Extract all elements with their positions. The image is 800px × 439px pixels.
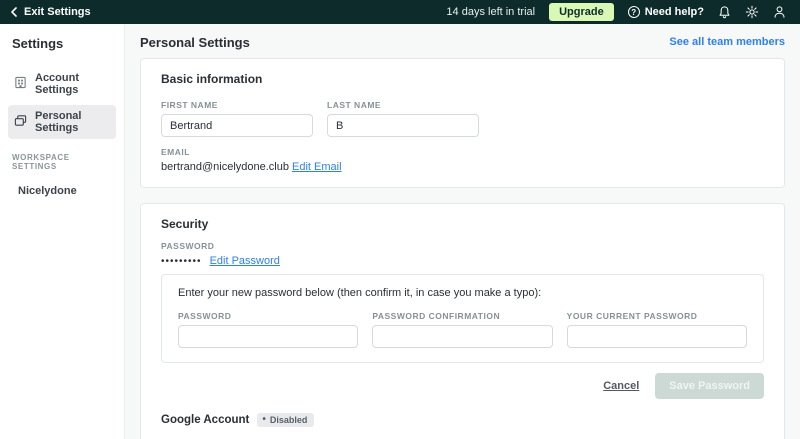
sidebar-item-label: Personal Settings (35, 110, 82, 134)
top-bar: Exit Settings 14 days left in trial Upgr… (0, 0, 800, 24)
workspace-settings-section-label: WORKSPACE SETTINGS (12, 153, 70, 171)
upgrade-button[interactable]: Upgrade (549, 3, 614, 21)
status-dot-icon: • (262, 414, 266, 425)
sidebar-item-personal-settings[interactable]: Personal Settings (8, 105, 116, 139)
password-confirmation-label: PASSWORD CONFIRMATION (372, 311, 501, 321)
password-mask: ••••••••• (161, 256, 202, 267)
email-value: bertrand@nicelydone.club (161, 161, 289, 173)
need-help-label: Need help? (644, 6, 704, 18)
settings-sidebar: Settings Account Settings Personal Setti… (0, 24, 125, 439)
edit-email-link[interactable]: Edit Email (292, 161, 342, 173)
see-all-team-members-link[interactable]: See all team members (669, 36, 785, 48)
email-label: EMAIL (161, 147, 190, 157)
security-card: Security PASSWORD ••••••••• Edit Passwor… (140, 203, 785, 439)
password-label: PASSWORD (161, 241, 215, 251)
sidebar-title: Settings (12, 36, 64, 51)
first-name-field[interactable] (161, 114, 313, 137)
first-name-label: FIRST NAME (161, 100, 218, 110)
building-icon (14, 76, 27, 92)
sidebar-item-label: Account Settings (35, 72, 79, 96)
last-name-field[interactable] (327, 114, 479, 137)
google-account-section: Google Account •Disabled Link a Google a… (161, 413, 764, 439)
need-help-button[interactable]: ? Need help? (627, 6, 704, 18)
new-password-field[interactable] (178, 325, 359, 348)
google-status-badge: • Disabled (257, 413, 315, 427)
sidebar-item-nicelydone[interactable]: Nicelydone (8, 181, 116, 201)
main-content: Personal Settings See all team members B… (125, 24, 800, 439)
new-password-label: PASSWORD (178, 311, 232, 321)
current-password-label: YOUR CURRENT PASSWORD (566, 311, 698, 321)
save-password-button[interactable]: Save Password (655, 373, 764, 399)
basic-information-card: Basic information FIRST NAME LAST NAME E… (140, 58, 785, 188)
profile-card-icon (14, 114, 27, 130)
page-title: Personal Settings (140, 34, 250, 50)
chevron-left-icon (10, 7, 18, 17)
sidebar-item-account-settings[interactable]: Account Settings (8, 67, 116, 101)
current-password-field[interactable] (566, 325, 747, 348)
google-account-heading: Google Account (161, 414, 250, 426)
new-password-prompt: Enter your new password below (then conf… (178, 287, 542, 299)
bell-icon[interactable] (718, 5, 731, 19)
exit-settings-button[interactable]: Exit Settings (10, 6, 91, 18)
last-name-label: LAST NAME (327, 100, 382, 110)
question-circle-icon: ? (627, 6, 640, 18)
user-profile-icon[interactable] (773, 5, 786, 19)
password-confirmation-field[interactable] (372, 325, 553, 348)
new-password-panel: Enter your new password below (then conf… (161, 274, 764, 363)
basic-information-heading: Basic information (161, 72, 263, 86)
security-heading: Security (161, 217, 209, 231)
exit-settings-label: Exit Settings (24, 6, 91, 18)
gear-icon[interactable] (745, 5, 759, 19)
trial-countdown: 14 days left in trial (446, 6, 536, 18)
edit-password-link[interactable]: Edit Password (210, 255, 280, 267)
cancel-button[interactable]: Cancel (603, 380, 639, 392)
